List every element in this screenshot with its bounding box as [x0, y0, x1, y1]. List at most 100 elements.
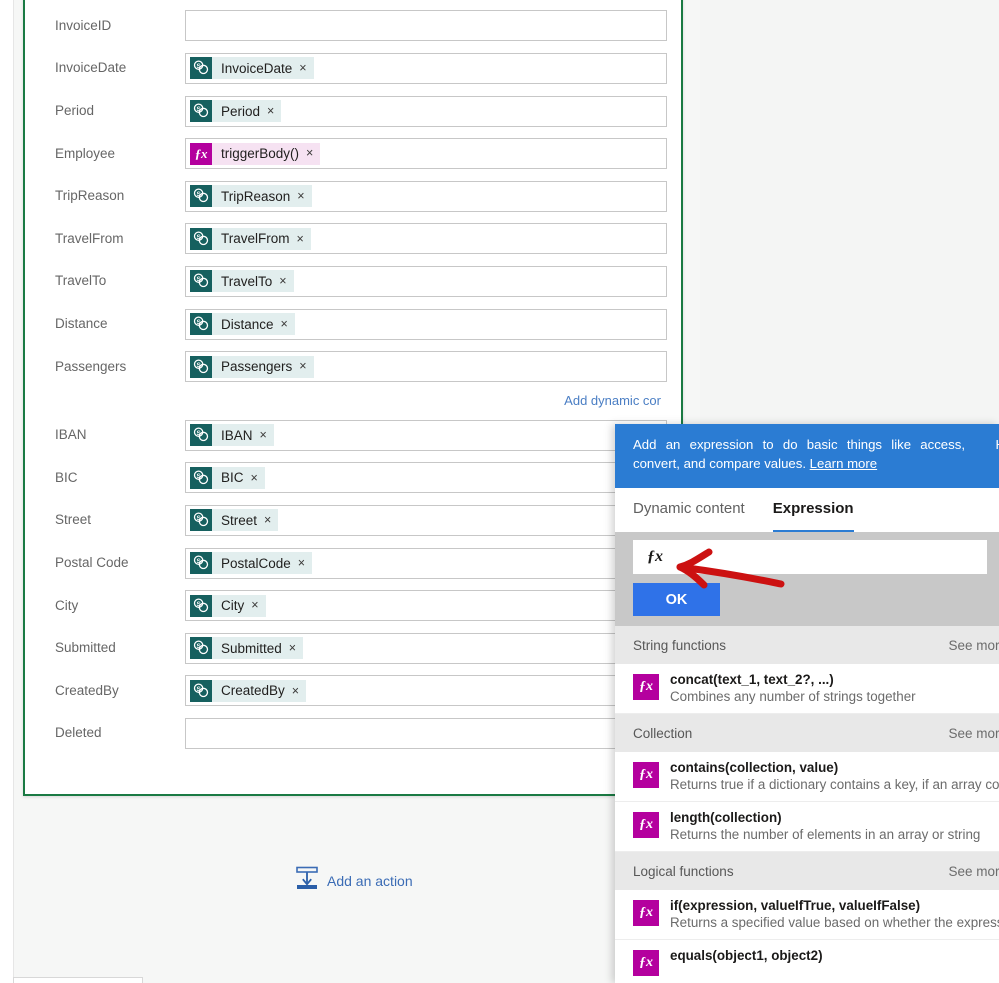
fx-icon: ƒx	[647, 548, 663, 565]
function-item[interactable]: ƒx contains(collection, value) Returns tru…	[615, 752, 999, 802]
field-row: TripReason S TripReason ×	[39, 175, 667, 218]
field-row: City S City ×	[39, 584, 667, 627]
token-chip[interactable]: S BIC ×	[190, 466, 265, 490]
expression-input[interactable]: ƒx	[633, 540, 987, 574]
remove-token-icon[interactable]: ×	[306, 147, 313, 160]
remove-token-icon[interactable]: ×	[251, 472, 258, 485]
token-label: Submitted	[221, 640, 282, 656]
field-row: Period S Period ×	[39, 90, 667, 133]
field-label-text: Postal Code	[55, 554, 129, 570]
add-an-action-button[interactable]: Add an action	[296, 866, 413, 895]
token-chip[interactable]: S TripReason ×	[190, 184, 312, 208]
field-input[interactable]: S InvoiceDate ×	[185, 52, 667, 84]
function-sections: String functions See more ƒx concat(text_1,…	[615, 626, 999, 983]
remove-token-icon[interactable]: ×	[292, 685, 299, 698]
see-more-link[interactable]: See more	[948, 638, 999, 653]
field-input[interactable]: S PostalCode ×	[185, 547, 667, 579]
token-chip[interactable]: S Period ×	[190, 99, 282, 123]
expression-editor-area: ƒx OK	[615, 532, 999, 626]
remove-token-icon[interactable]: ×	[279, 275, 286, 288]
field-label-text: BIC	[55, 469, 78, 485]
add-an-action-label: Add an action	[327, 872, 413, 889]
function-section-title: String functions	[633, 637, 727, 653]
field-input[interactable]: S Distance ×	[185, 308, 667, 340]
token-chip[interactable]: S Distance ×	[190, 312, 295, 336]
sharepoint-icon: S	[190, 227, 212, 250]
field-input[interactable]: S IBAN ×	[185, 419, 667, 451]
token-chip[interactable]: S Passengers ×	[190, 355, 314, 379]
token-chip[interactable]: S CreatedBy ×	[190, 679, 307, 703]
function-item[interactable]: ƒx if(expression, valueIfTrue, valueIfFal…	[615, 890, 999, 940]
function-item[interactable]: ƒx concat(text_1, text_2?, ...) Combines a…	[615, 664, 999, 714]
svg-text:S: S	[196, 473, 201, 480]
see-more-link[interactable]: See more	[948, 726, 999, 741]
see-more-link[interactable]: See more	[948, 864, 999, 879]
panel-banner-message: Add an expression to do basic things lik…	[633, 437, 965, 472]
field-input[interactable]: S Period ×	[185, 95, 667, 127]
token-chip[interactable]: S TravelFrom ×	[190, 227, 311, 251]
svg-text:S: S	[196, 319, 201, 326]
remove-token-icon[interactable]: ×	[299, 62, 306, 75]
field-label: TravelFrom	[39, 231, 185, 247]
function-fx-icon: ƒx	[633, 674, 659, 700]
create-item-action-card: *Key ValueSInvoiceID×InvoiceIDInvoiceDat…	[23, 0, 683, 796]
token-label: IBAN	[221, 427, 253, 443]
field-input[interactable]: ƒx triggerBody() ×	[185, 138, 667, 170]
add-dynamic-content-link[interactable]: Add dynamic cor	[564, 393, 661, 408]
token-chip[interactable]: ƒx triggerBody() ×	[190, 142, 321, 166]
field-input[interactable]: S TripReason ×	[185, 180, 667, 212]
function-item[interactable]: ƒx equals(object1, object2)	[615, 940, 999, 983]
token-chip[interactable]: S TravelTo ×	[190, 269, 294, 293]
remove-token-icon[interactable]: ×	[281, 318, 288, 331]
field-label-text: Distance	[55, 315, 108, 331]
field-input[interactable]	[185, 717, 667, 749]
field-label: Deleted	[39, 725, 185, 741]
field-input[interactable]: S Street ×	[185, 504, 667, 536]
field-input[interactable]: S CreatedBy ×	[185, 675, 667, 707]
field-label: CreatedBy	[39, 683, 185, 699]
remove-token-icon[interactable]: ×	[289, 642, 296, 655]
field-input[interactable]: S TravelTo ×	[185, 265, 667, 297]
field-label: IBAN	[39, 427, 185, 443]
field-row: Passengers S Passengers ×	[39, 345, 667, 388]
field-label-text: Period	[55, 102, 95, 118]
field-input[interactable]: S Submitted ×	[185, 632, 667, 664]
remove-token-icon[interactable]: ×	[299, 360, 306, 373]
token-chip[interactable]: S IBAN ×	[190, 423, 274, 447]
field-input[interactable]: S BIC ×	[185, 462, 667, 494]
hide-panel-link[interactable]: H	[995, 435, 999, 454]
field-input[interactable]	[185, 10, 667, 42]
token-chip[interactable]: S Street ×	[190, 508, 279, 532]
remove-token-icon[interactable]: ×	[251, 599, 258, 612]
svg-text:S: S	[196, 276, 201, 283]
tab-expression[interactable]: Expression	[772, 500, 854, 532]
field-input[interactable]: S City ×	[185, 590, 667, 622]
remove-token-icon[interactable]: ×	[267, 105, 274, 118]
ok-button[interactable]: OK	[633, 583, 720, 616]
field-row: Street S Street ×	[39, 499, 667, 542]
remove-token-icon[interactable]: ×	[260, 429, 267, 442]
next-step-stub[interactable]	[13, 977, 143, 983]
token-chip[interactable]: S Submitted ×	[190, 636, 304, 660]
svg-text:S: S	[196, 515, 201, 522]
token-chip[interactable]: S PostalCode ×	[190, 551, 313, 575]
remove-token-icon[interactable]: ×	[298, 557, 305, 570]
tab-dynamic-content[interactable]: Dynamic content	[633, 500, 745, 532]
token-label: City	[221, 598, 245, 614]
field-input[interactable]: S Passengers ×	[185, 351, 667, 383]
field-label: Postal Code	[39, 555, 185, 571]
field-label: Street	[39, 512, 185, 528]
function-item[interactable]: ƒx length(collection) Returns the number o…	[615, 802, 999, 852]
token-chip[interactable]: S InvoiceDate ×	[190, 56, 314, 80]
svg-text:S: S	[196, 558, 201, 565]
field-list-bottom: IBAN S IBAN × BIC S BIC × Street S Street × Postal C…	[39, 414, 667, 755]
token-chip[interactable]: S City ×	[190, 594, 266, 618]
field-row: IBAN S IBAN ×	[39, 414, 667, 457]
remove-token-icon[interactable]: ×	[264, 514, 271, 527]
function-description: Returns true if a dictionary contains a …	[670, 777, 999, 792]
remove-token-icon[interactable]: ×	[297, 233, 304, 246]
field-input[interactable]: S TravelFrom ×	[185, 223, 667, 255]
learn-more-link[interactable]: Learn more	[810, 456, 877, 471]
function-fx-icon: ƒx	[633, 812, 659, 838]
remove-token-icon[interactable]: ×	[297, 190, 304, 203]
